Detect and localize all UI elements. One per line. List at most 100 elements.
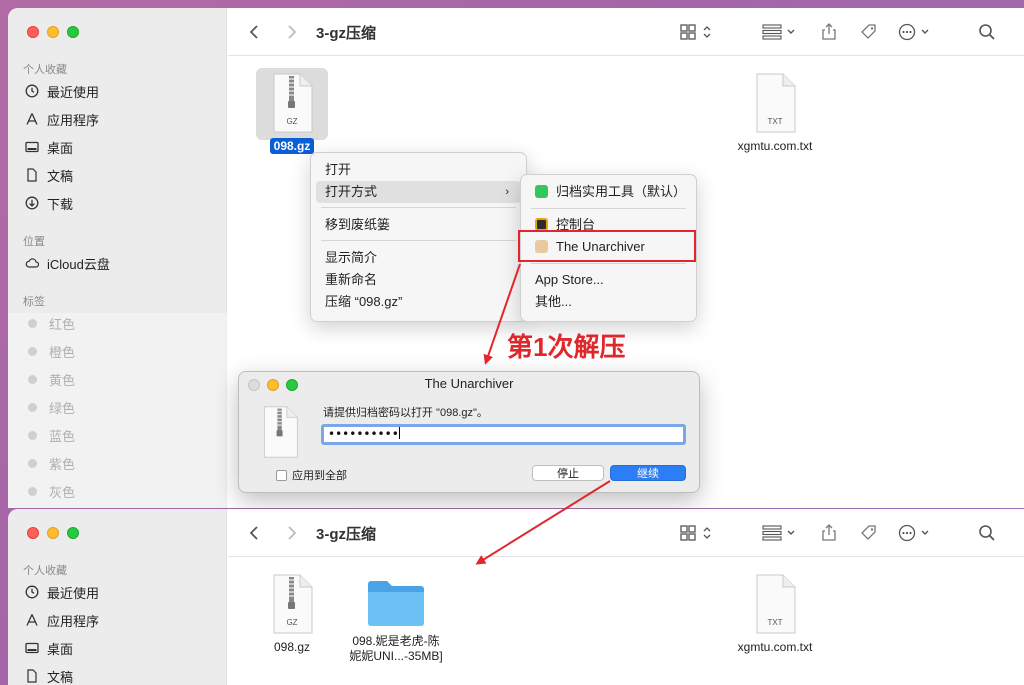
share-button[interactable] <box>818 522 840 544</box>
ellipsis-circle-icon <box>898 524 929 542</box>
menu-item-open[interactable]: 打开 <box>311 159 526 181</box>
menu-item-compress[interactable]: 压缩 “098.gz” <box>311 291 526 313</box>
document-icon <box>25 669 39 683</box>
annotation-first-extract: 第1次解压 <box>507 332 626 362</box>
tag-button[interactable] <box>858 522 880 544</box>
menu-item-move-to-trash[interactable]: 移到废纸篓 <box>311 214 526 236</box>
tag-button[interactable] <box>858 21 880 43</box>
zoom-button[interactable] <box>67 26 79 38</box>
file-item-txt[interactable]: TXT xgmtu.com.txt <box>730 73 820 153</box>
sidebar-item-label: 下载 <box>47 196 74 212</box>
group-icon <box>762 525 795 541</box>
sidebar-item-documents[interactable]: 文稿 <box>25 665 73 685</box>
menu-item-open-with[interactable]: 打开方式 › <box>316 181 521 203</box>
tag-icon <box>861 24 876 39</box>
file-type-label: GZ <box>286 618 298 627</box>
file-item-txt[interactable]: TXT xgmtu.com.txt <box>730 574 820 654</box>
text-file-icon: TXT <box>751 574 799 634</box>
back-button[interactable] <box>244 522 266 544</box>
toolbar: 3-gz压缩 <box>228 8 1024 56</box>
password-dialog: The Unarchiver 请提供归档密码以打开 "098.gz"。 ••••… <box>238 371 700 493</box>
search-button[interactable] <box>976 21 998 43</box>
sidebar: 个人收藏 最近使用 应用程序 桌面 文稿 下载 位置 iCloud云盘 标签 <box>8 8 227 313</box>
continue-button[interactable]: 继续 <box>610 465 686 481</box>
chevron-left-icon <box>249 526 258 540</box>
tag-green[interactable]: 绿色 <box>28 397 75 417</box>
tag-yellow[interactable]: 黄色 <box>28 369 75 389</box>
chevron-right-icon <box>288 25 297 39</box>
chevron-left-icon <box>249 25 258 39</box>
share-button[interactable] <box>818 21 840 43</box>
locations-header: 位置 <box>23 236 45 248</box>
finder-window-bottom: 个人收藏 最近使用 应用程序 桌面 文稿 3-gz压缩 GZ 098.gz 09… <box>8 509 1024 685</box>
submenu-item-other[interactable]: 其他... <box>521 291 696 313</box>
window-title: 3-gz压缩 <box>316 25 377 42</box>
favorites-header: 个人收藏 <box>23 565 67 577</box>
file-area: GZ 098.gz 098.妮是老虎-陈 妮妮UNI...-35MB] TXT … <box>228 558 1024 685</box>
group-button[interactable] <box>762 21 800 43</box>
folder-icon <box>368 581 424 626</box>
minimize-button[interactable] <box>47 527 59 539</box>
grid-view-icon <box>680 24 711 40</box>
sidebar-item-label: 应用程序 <box>47 613 100 629</box>
cloud-icon <box>25 256 39 270</box>
desktop-icon <box>25 140 39 154</box>
context-menu: 打开 打开方式 › 移到废纸篓 显示简介 重新命名 压缩 “098.gz” <box>310 152 527 322</box>
download-icon <box>25 196 39 210</box>
more-actions-button[interactable] <box>898 21 934 43</box>
close-button[interactable] <box>27 26 39 38</box>
tag-gray[interactable]: 灰色 <box>28 481 75 501</box>
sidebar-item-label: 桌面 <box>47 641 74 657</box>
favorites-header: 个人收藏 <box>23 64 67 76</box>
share-icon <box>822 524 836 541</box>
tag-orange[interactable]: 橙色 <box>28 341 75 361</box>
file-type-label: GZ <box>286 117 298 126</box>
folder-item-extracted[interactable]: 098.妮是老虎-陈 妮妮UNI...-35MB] <box>346 576 446 664</box>
file-name: 098.gz <box>273 640 311 654</box>
close-button[interactable] <box>27 527 39 539</box>
view-mode-button[interactable] <box>680 522 716 544</box>
sidebar-item-recents[interactable]: 最近使用 <box>25 80 99 102</box>
search-button[interactable] <box>976 522 998 544</box>
sidebar-item-documents[interactable]: 文稿 <box>25 164 73 186</box>
menu-item-get-info[interactable]: 显示简介 <box>311 247 526 269</box>
forward-button[interactable] <box>280 522 302 544</box>
sidebar-item-recents[interactable]: 最近使用 <box>25 581 99 603</box>
search-icon <box>979 24 995 40</box>
apply-to-all-checkbox[interactable]: 应用到全部 <box>276 467 347 483</box>
tag-blue[interactable]: 蓝色 <box>28 425 75 445</box>
forward-button[interactable] <box>280 21 302 43</box>
grid-view-icon <box>680 525 711 541</box>
minimize-button[interactable] <box>47 26 59 38</box>
folder-name-line2: 妮妮UNI...-35MB] <box>349 649 443 663</box>
sidebar-item-desktop[interactable]: 桌面 <box>25 637 73 659</box>
zoom-button[interactable] <box>67 527 79 539</box>
menu-separator <box>531 208 686 209</box>
sidebar-item-icloud[interactable]: iCloud云盘 <box>25 252 110 274</box>
menu-item-rename[interactable]: 重新命名 <box>311 269 526 291</box>
password-field[interactable]: •••••••••• <box>321 424 686 445</box>
tag-red[interactable]: 红色 <box>28 313 75 333</box>
sidebar-item-downloads[interactable]: 下载 <box>25 192 73 214</box>
file-type-label: TXT <box>767 117 783 126</box>
file-item-gz[interactable]: GZ 098.gz <box>265 574 319 654</box>
file-name: xgmtu.com.txt <box>737 139 813 153</box>
view-mode-button[interactable] <box>680 21 716 43</box>
submenu-item-archive-utility[interactable]: 归档实用工具（默认） <box>521 181 696 203</box>
file-item-gz[interactable]: GZ 098.gz <box>265 73 319 154</box>
applications-icon <box>25 112 39 126</box>
more-actions-button[interactable] <box>898 522 934 544</box>
sidebar-item-label: 文稿 <box>47 669 74 685</box>
sidebar-item-applications[interactable]: 应用程序 <box>25 108 99 130</box>
share-icon <box>822 23 836 40</box>
tag-icon <box>861 525 876 540</box>
tag-purple[interactable]: 紫色 <box>28 453 75 473</box>
sidebar-item-label: 最近使用 <box>47 84 100 100</box>
group-button[interactable] <box>762 522 800 544</box>
clock-icon <box>25 84 39 98</box>
sidebar-item-applications[interactable]: 应用程序 <box>25 609 99 631</box>
submenu-item-app-store[interactable]: App Store... <box>521 269 696 291</box>
stop-button[interactable]: 停止 <box>532 465 604 481</box>
back-button[interactable] <box>244 21 266 43</box>
sidebar-item-desktop[interactable]: 桌面 <box>25 136 73 158</box>
